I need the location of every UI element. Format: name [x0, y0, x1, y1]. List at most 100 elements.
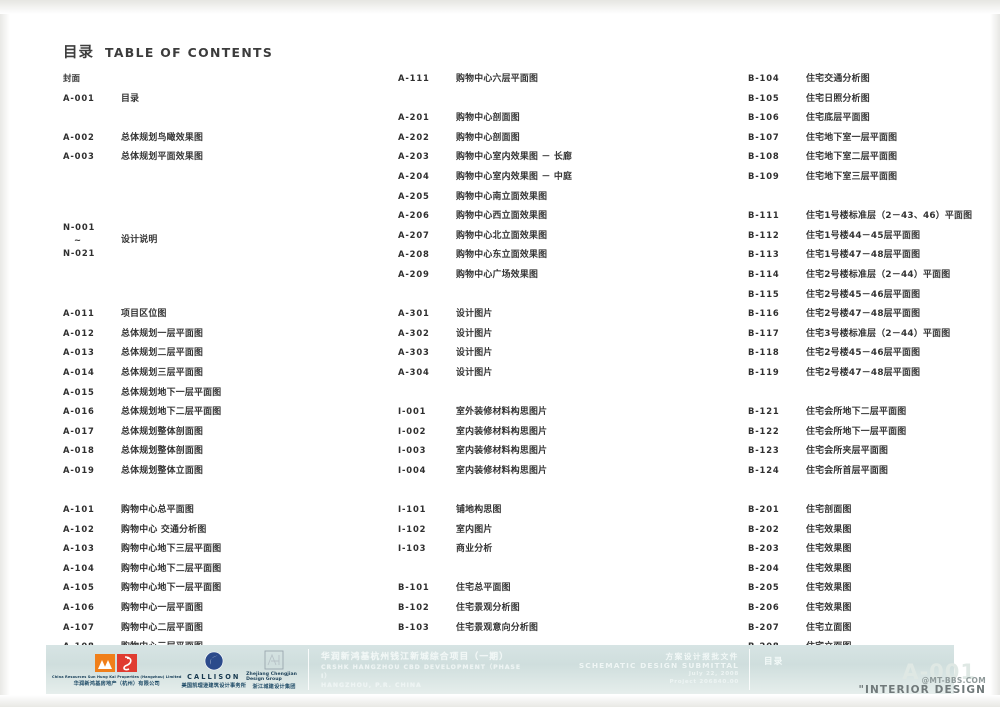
toc-entry-code: A-002	[63, 131, 95, 142]
toc-entry-description: 住宅地下室三层平面图	[806, 171, 898, 182]
toc-entry[interactable]: B-202 住宅效果图	[748, 524, 993, 545]
toc-entry[interactable]: B-117 住宅3号楼标准层（2－44）平面图	[748, 327, 993, 349]
toc-entry[interactable]: I-001 室外装修材料构思图片	[398, 406, 728, 427]
toc-entry-description: 住宅交通分析图	[806, 74, 870, 84]
toc-spacer	[748, 485, 993, 505]
toc-entry[interactable]: B-111 住宅1号楼标准层（2－43、46）平面图	[748, 210, 993, 231]
toc-entry[interactable]: B-115 住宅2号楼45－46层平面图	[748, 288, 993, 310]
toc-entry-description: 设计图片	[456, 328, 493, 339]
toc-entry-code: B-111	[748, 210, 780, 221]
toc-entry-code: I-103	[398, 543, 427, 554]
toc-entry[interactable]: B-114 住宅2号楼标准层（2－44）平面图	[748, 269, 993, 290]
toc-entry[interactable]: A-304 设计图片	[398, 367, 728, 388]
toc-entry[interactable]: B-107 住宅地下室一层平面图	[748, 132, 993, 153]
toc-entry[interactable]: A-018 总体规划整体剖面图	[63, 446, 383, 466]
toc-entry-code: B-109	[748, 170, 780, 181]
toc-entry[interactable]: B-104 住宅交通分析图	[748, 73, 993, 94]
toc-entry-code: B-207	[748, 621, 780, 632]
toc-entry[interactable]: B-124 住宅会所首层平面图	[748, 464, 993, 486]
toc-entry-description: 设计图片	[456, 348, 493, 359]
toc-entry-code: A-111	[398, 73, 430, 83]
toc-entry[interactable]: I-003 室内装修材料构思图片	[398, 446, 728, 466]
toc-entry[interactable]: B-108 住宅地下室二层平面图	[748, 152, 993, 172]
toc-entry-code: A-003	[63, 151, 95, 162]
project-location: HANGZHOU, P.R. CHINA	[321, 681, 422, 689]
toc-entry[interactable]: A-102 购物中心 交通分析图	[63, 524, 383, 545]
toc-entry[interactable]: A-016 总体规划地下二层平面图	[63, 406, 383, 427]
toc-entry-description: 购物中心南立面效果图	[456, 191, 548, 202]
project-info: 华润新鸿基杭州钱江新城综合项目（一期） CRSHK HANGZHOU CBD D…	[309, 645, 529, 694]
toc-entry[interactable]: I-102 室内图片	[398, 524, 728, 545]
page-title-cn: 目录	[63, 45, 94, 61]
toc-entry[interactable]: B-103 住宅景观意向分析图	[398, 622, 728, 643]
toc-entry[interactable]: B-205 住宅效果图	[748, 583, 993, 603]
toc-entry[interactable]: A-206 购物中心西立面效果图	[398, 210, 728, 231]
toc-entry[interactable]: A-302 设计图片	[398, 328, 728, 349]
toc-entry[interactable]: B-207 住宅立面图	[748, 621, 993, 643]
toc-entry[interactable]: A-301 设计图片	[398, 308, 728, 329]
toc-entry[interactable]: B-101 住宅总平面图	[398, 583, 728, 603]
toc-entry[interactable]: A-104 购物中心地下二层平面图	[63, 563, 383, 584]
toc-entry-description: 住宅会所首层平面图	[806, 465, 889, 476]
toc-entry[interactable]: B-121 住宅会所地下二层平面图	[748, 406, 993, 427]
toc-entry[interactable]: A-105 购物中心地下一层平面图	[63, 583, 383, 603]
toc-entry[interactable]: A-101 购物中心总平面图	[63, 504, 383, 525]
toc-entry[interactable]: A-207 购物中心北立面效果图	[398, 230, 728, 251]
toc-spacer	[63, 270, 383, 290]
toc-entry[interactable]: A-019 总体规划整体立面图	[63, 465, 383, 486]
toc-entry[interactable]: B-112 住宅1号楼44－45层平面图	[748, 230, 993, 251]
toc-entry[interactable]: B-102 住宅景观分析图	[398, 602, 728, 623]
toc-entry[interactable]: B-119 住宅2号楼47－48层平面图	[748, 367, 993, 388]
toc-entry[interactable]: A-111 购物中心六层平面图	[398, 73, 728, 94]
toc-entry[interactable]: A-014 总体规划三层平面图	[63, 367, 383, 388]
toc-entry[interactable]: B-201 住宅剖面图	[748, 504, 993, 525]
toc-entry-code: B-124	[748, 464, 780, 475]
toc-entry[interactable]: B-116 住宅2号楼47－48层平面图	[748, 308, 993, 329]
toc-entry-code: B-205	[748, 582, 780, 593]
toc-entry[interactable]: A-017 总体规划整体剖面图	[63, 426, 383, 447]
toc-entry-code: A-201	[398, 112, 430, 123]
toc-entry[interactable]: A-303 设计图片	[398, 348, 728, 368]
toc-entry[interactable]: B-105 住宅日照分析图	[748, 93, 993, 114]
toc-entry[interactable]: A-003 总体规划平面效果图	[63, 152, 383, 172]
toc-entry[interactable]: A-013 总体规划二层平面图	[63, 348, 383, 368]
toc-entry-description: 项目区位图	[121, 309, 167, 320]
toc-entry[interactable]: A-015 总体规划地下一层平面图	[63, 387, 383, 408]
toc-entry[interactable]: N-001 ~ N-021 设计说明	[63, 211, 383, 270]
toc-entry[interactable]: B-123 住宅会所夹层平面图	[748, 446, 993, 466]
toc-entry[interactable]: 封面	[63, 73, 383, 94]
toc-entry[interactable]: A-205 购物中心南立面效果图	[398, 191, 728, 212]
toc-entry[interactable]: B-118 住宅2号楼45－46层平面图	[748, 348, 993, 368]
toc-entry[interactable]: A-011 项目区位图	[63, 308, 383, 329]
toc-entry-code-range: N-001 ~ N-021	[63, 221, 121, 260]
toc-entry[interactable]: I-004 室内装修材料构思图片	[398, 465, 728, 486]
toc-entry[interactable]: A-001 目录	[63, 93, 383, 114]
toc-entry[interactable]: A-201 购物中心剖面图	[398, 113, 728, 133]
toc-entry[interactable]: A-107 购物中心二层平面图	[63, 622, 383, 643]
toc-entry[interactable]: A-103 购物中心地下三层平面图	[63, 544, 383, 564]
toc-entry[interactable]: A-204 购物中心室内效果图 － 中庭	[398, 171, 728, 192]
toc-entry[interactable]: A-106 购物中心一层平面图	[63, 602, 383, 623]
toc-entry[interactable]: I-101 铺地构思图	[398, 504, 728, 525]
toc-entry[interactable]: A-203 购物中心室内效果图 － 长廊	[398, 152, 728, 172]
toc-entry[interactable]: I-002 室内装修材料构思图片	[398, 426, 728, 447]
toc-entry[interactable]: B-122 住宅会所地下一层平面图	[748, 425, 993, 447]
toc-entry[interactable]: A-202 购物中心剖面图	[398, 132, 728, 153]
toc-entry-code: B-201	[748, 504, 780, 515]
toc-entry[interactable]: B-206 住宅效果图	[748, 602, 993, 623]
toc-entry[interactable]: A-208 购物中心东立面效果图	[398, 250, 728, 270]
toc-entry[interactable]: A-002 总体规划鸟瞰效果图	[63, 131, 383, 153]
toc-entry-code: B-122	[748, 425, 780, 436]
toc-entry[interactable]: B-203 住宅效果图	[748, 544, 993, 564]
toc-entry[interactable]: A-209 购物中心广场效果图	[398, 269, 728, 290]
toc-entry[interactable]: B-106 住宅底层平面图	[748, 113, 993, 133]
toc-entry-code: B-115	[748, 288, 780, 299]
toc-entry[interactable]: B-204 住宅效果图	[748, 563, 993, 584]
toc-entry[interactable]: I-103 商业分析	[398, 544, 728, 564]
toc-entry[interactable]: B-109 住宅地下室三层平面图	[748, 170, 993, 192]
toc-entry-code: B-117	[748, 327, 780, 338]
toc-entry-description: 总体规划地下一层平面图	[121, 387, 222, 398]
project-name-cn: 华润新鸿基杭州钱江新城综合项目（一期）	[321, 652, 510, 662]
toc-entry[interactable]: B-113 住宅1号楼47－48层平面图	[748, 250, 993, 270]
toc-entry[interactable]: A-012 总体规划一层平面图	[63, 328, 383, 349]
